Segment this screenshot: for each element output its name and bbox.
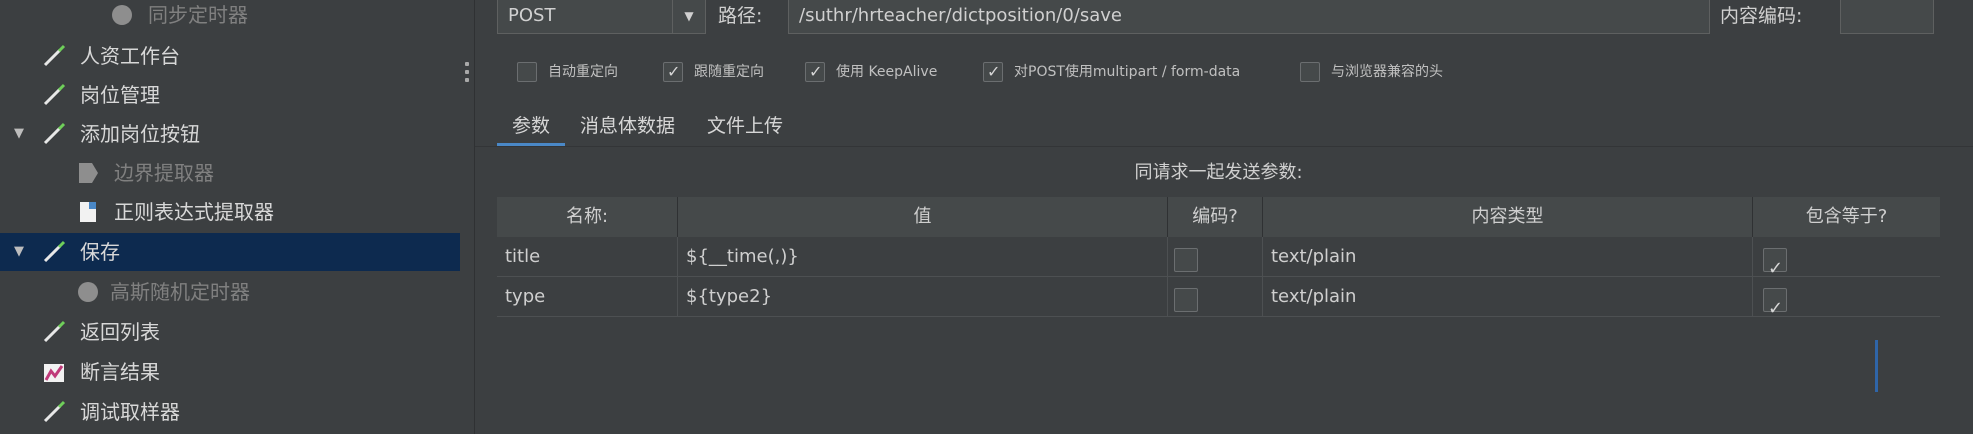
- checkbox-box[interactable]: [663, 61, 683, 83]
- browser-compatible-headers-checkbox[interactable]: 与浏览器兼容的头: [1300, 61, 1443, 83]
- include-equals-checkbox[interactable]: [1763, 248, 1787, 289]
- pipette-icon: [43, 83, 66, 106]
- method-value: POST: [508, 5, 556, 26]
- column-header-encode[interactable]: 编码?: [1168, 197, 1263, 237]
- path-label: 路径:: [718, 5, 763, 27]
- tree-item-add-position-button[interactable]: ▼ 添加岗位按钮: [0, 115, 460, 153]
- document-icon: [80, 202, 96, 222]
- tab-file-upload[interactable]: 文件上传: [707, 106, 783, 146]
- checkbox-box[interactable]: [805, 61, 825, 83]
- checkbox-label: 使用 KeepAlive: [836, 64, 938, 80]
- param-content-type-cell[interactable]: text/plain: [1263, 237, 1753, 277]
- tree-item-assertion-results[interactable]: 断言结果: [0, 353, 460, 391]
- column-header-name[interactable]: 名称:: [497, 197, 678, 237]
- tree-item-gaussian-timer[interactable]: 高斯随机定时器: [0, 273, 460, 311]
- content-encoding-label: 内容编码:: [1720, 5, 1803, 27]
- test-plan-tree: 同步定时器 人资工作台 岗位管理 ▼ 添加岗位按钮 边界提取器 正则表达式提取器…: [0, 0, 460, 434]
- encode-checkbox[interactable]: [1174, 248, 1198, 272]
- pipette-icon: [43, 240, 66, 263]
- extractor-icon: [79, 163, 98, 183]
- tree-item-regex-extractor[interactable]: 正则表达式提取器: [0, 193, 460, 231]
- grip-dot: [465, 62, 469, 66]
- tree-item-return-list[interactable]: 返回列表: [0, 313, 460, 351]
- method-select[interactable]: POST: [497, 0, 682, 34]
- pipette-icon: [43, 400, 66, 423]
- auto-redirect-checkbox[interactable]: 自动重定向: [517, 61, 618, 83]
- column-header-content-type[interactable]: 内容类型: [1263, 197, 1753, 237]
- content-encoding-input[interactable]: [1840, 0, 1934, 34]
- tab-body-data[interactable]: 消息体数据: [580, 106, 675, 146]
- tab-parameters[interactable]: 参数: [497, 106, 565, 146]
- checkbox-label: 跟随重定向: [694, 64, 764, 80]
- param-name-cell[interactable]: title: [497, 237, 678, 277]
- tree-item-label: 添加岗位按钮: [80, 122, 200, 146]
- tree-item-label: 岗位管理: [80, 83, 160, 107]
- chevron-down-icon[interactable]: ▼: [14, 233, 24, 271]
- pipette-icon: [43, 320, 66, 343]
- param-include-equals-cell[interactable]: [1753, 237, 1940, 289]
- chevron-down-icon[interactable]: ▼: [14, 115, 24, 153]
- tree-item-position-mgmt[interactable]: 岗位管理: [0, 76, 460, 114]
- grip-dot: [465, 78, 469, 82]
- column-header-value[interactable]: 值: [678, 197, 1168, 237]
- tree-item-label: 返回列表: [80, 320, 160, 344]
- include-equals-checkbox[interactable]: [1763, 288, 1787, 329]
- pipette-icon: [43, 44, 66, 67]
- checkbox-box[interactable]: [983, 61, 1003, 83]
- param-content-type-cell[interactable]: text/plain: [1263, 277, 1753, 317]
- tree-item-label: 边界提取器: [114, 161, 214, 185]
- chart-icon: [44, 364, 64, 382]
- tree-item-save[interactable]: ▼ 保存: [0, 233, 460, 271]
- params-caption: 同请求一起发送参数:: [1134, 162, 1303, 183]
- grip-dot: [465, 70, 469, 74]
- tree-item-label: 正则表达式提取器: [114, 200, 274, 224]
- timer-icon: [78, 282, 98, 302]
- tab-divider: [475, 146, 1973, 147]
- checkbox-label: 与浏览器兼容的头: [1331, 64, 1443, 80]
- split-pane-divider[interactable]: [460, 0, 475, 434]
- keepalive-checkbox[interactable]: 使用 KeepAlive: [805, 61, 937, 83]
- param-include-equals-cell[interactable]: [1753, 277, 1940, 329]
- encode-checkbox[interactable]: [1174, 288, 1198, 312]
- checkbox-label: 自动重定向: [548, 64, 618, 80]
- tree-item-label: 保存: [80, 240, 120, 264]
- column-header-include-equals[interactable]: 包含等于?: [1753, 197, 1940, 237]
- param-value-cell[interactable]: ${type2}: [678, 277, 1168, 317]
- tree-item-boundary-extractor[interactable]: 边界提取器: [0, 154, 460, 192]
- tree-item-label: 高斯随机定时器: [110, 280, 250, 304]
- param-name-cell[interactable]: type: [497, 277, 678, 317]
- param-value-cell[interactable]: ${__time(,)}: [678, 237, 1168, 277]
- path-value: /suthr/hrteacher/dictposition/0/save: [799, 5, 1122, 26]
- param-encode-cell[interactable]: [1168, 237, 1263, 277]
- tree-item-label: 人资工作台: [80, 44, 180, 68]
- tree-item-label: 断言结果: [80, 360, 160, 384]
- tree-item-sync-timer[interactable]: 同步定时器: [0, 0, 460, 34]
- checkbox-box[interactable]: [1300, 62, 1320, 82]
- scroll-indicator[interactable]: [1875, 340, 1878, 392]
- http-request-panel: POST ▼ 路径: /suthr/hrteacher/dictposition…: [475, 0, 1973, 434]
- checkbox-label: 对POST使用multipart / form-data: [1014, 64, 1241, 80]
- follow-redirect-checkbox[interactable]: 跟随重定向: [663, 61, 764, 83]
- tree-item-label: 调试取样器: [80, 400, 180, 424]
- tree-item-hr-workbench[interactable]: 人资工作台: [0, 37, 460, 75]
- tree-item-debug-sampler[interactable]: 调试取样器: [0, 393, 460, 431]
- chevron-down-icon[interactable]: ▼: [672, 0, 706, 34]
- timer-icon: [112, 5, 132, 25]
- param-encode-cell[interactable]: [1168, 277, 1263, 317]
- path-input[interactable]: /suthr/hrteacher/dictposition/0/save: [788, 0, 1710, 34]
- checkbox-box[interactable]: [517, 62, 537, 82]
- tree-item-label: 同步定时器: [148, 3, 248, 27]
- multipart-checkbox[interactable]: 对POST使用multipart / form-data: [983, 61, 1240, 83]
- pipette-icon: [43, 122, 66, 145]
